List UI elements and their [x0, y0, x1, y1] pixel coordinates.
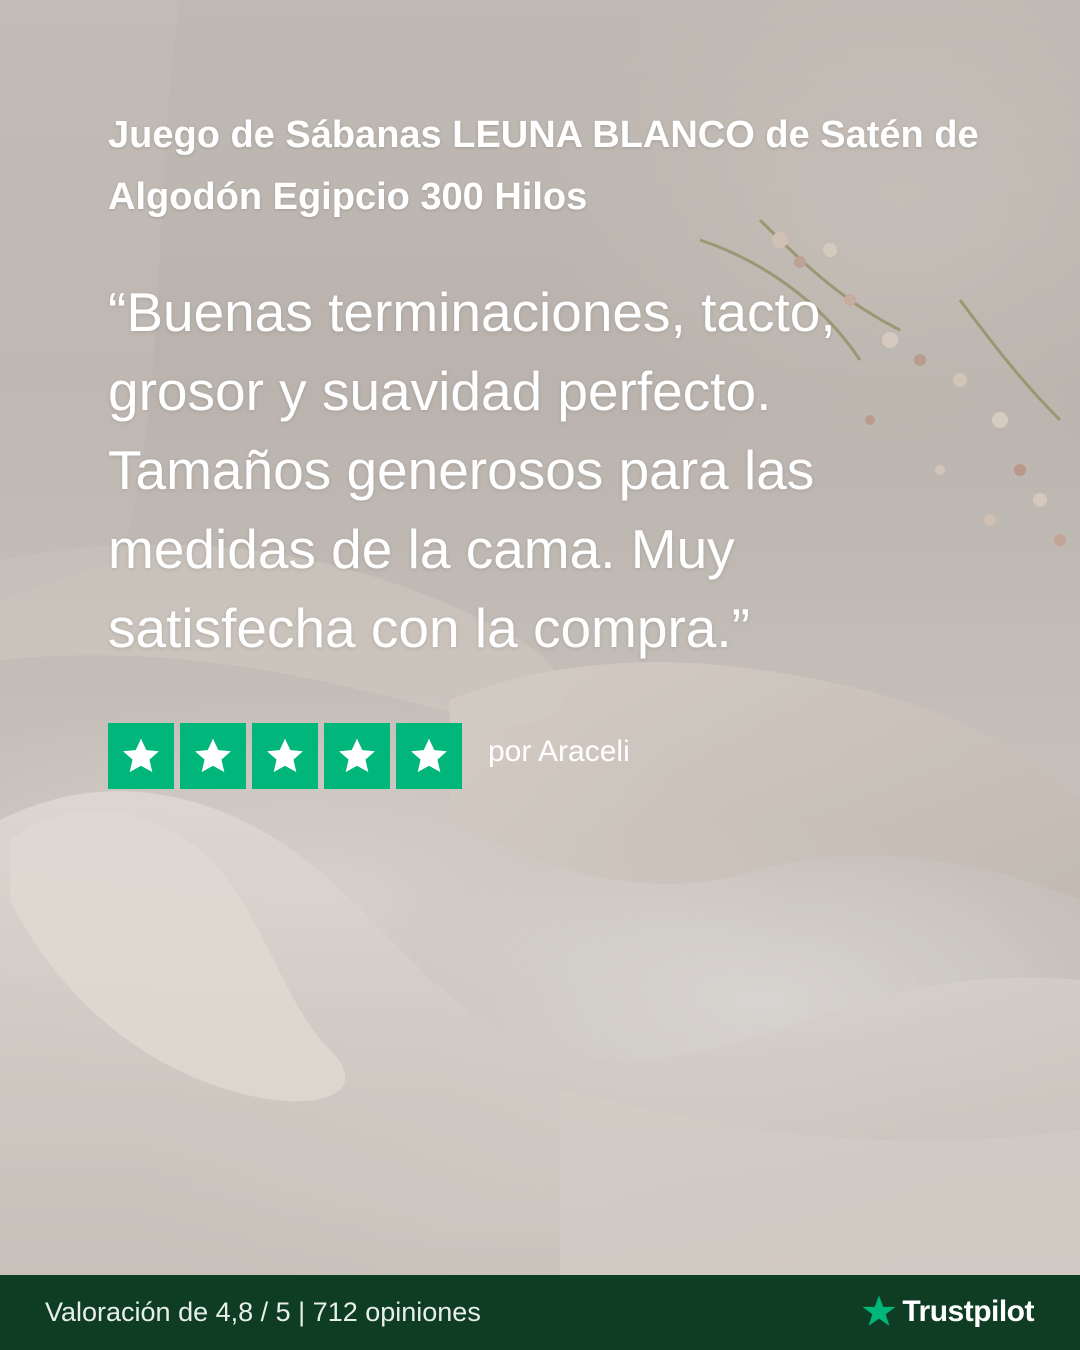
product-title: Juego de Sábanas LEUNA BLANCO de Satén d…: [108, 114, 979, 218]
star-icon: [324, 723, 390, 789]
rating-row: por Araceli: [108, 723, 630, 789]
review-author: por Araceli: [488, 735, 630, 768]
footer-bar: Valoración de 4,8 / 5 | 712 opiniones Tr…: [0, 1275, 1080, 1350]
review-quote: “Buenas terminaciones, tacto, grosor y s…: [108, 281, 836, 659]
star-icon: [108, 723, 174, 789]
rating-summary: Valoración de 4,8 / 5 | 712 opiniones: [45, 1297, 481, 1327]
star-rating: [108, 723, 462, 789]
star-icon: [396, 723, 462, 789]
trustpilot-logo: Trustpilot: [860, 1293, 1034, 1331]
trustpilot-brand-name: Trustpilot: [902, 1295, 1034, 1328]
trustpilot-star-icon: [862, 1295, 896, 1326]
star-icon: [252, 723, 318, 789]
star-icon: [180, 723, 246, 789]
